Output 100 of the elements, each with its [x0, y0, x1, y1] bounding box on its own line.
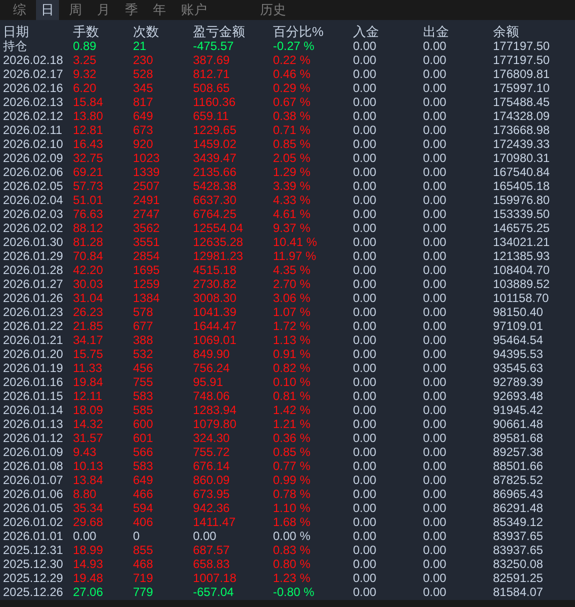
table-cell-text: 0.00 [353, 179, 378, 193]
column-header: 次数 [133, 25, 160, 39]
table-cell-text: 0.00 [423, 473, 448, 487]
table-cell-text: 2026.02.12 [3, 109, 64, 123]
table-cell-text: 98150.40 [493, 305, 544, 319]
table-cell-text: 755 [133, 375, 154, 389]
table-cell-text: 0.00 [353, 207, 378, 221]
table-cell-text: 532 [133, 347, 154, 361]
table-cell-text: 101158.70 [493, 291, 550, 305]
table-cell-text: 2026.02.10 [3, 137, 64, 151]
table-cell-text: 0.10 % [273, 375, 312, 389]
table-cell-text: 0.00 [353, 515, 378, 529]
table-cell-text: 42.20 [73, 263, 104, 277]
table-cell-text: 10.41 % [273, 235, 318, 249]
table-cell-text: 2025.12.26 [3, 585, 64, 599]
table-cell-text: 466 [133, 487, 154, 501]
table-cell-text: 0 [133, 529, 141, 543]
table-cell-text: 3008.30 [193, 291, 238, 305]
table-cell-text: 566 [133, 445, 154, 459]
table-cell-text: 2026.02.16 [3, 81, 64, 95]
table-cell-text: 0.00 [423, 375, 448, 389]
period-tab[interactable]: 账户 [176, 0, 212, 20]
table-cell-text: 0.00 [353, 571, 378, 585]
table-cell-text: 2026.01.07 [3, 473, 64, 487]
table-cell-text: 2.05 % [273, 151, 312, 165]
table-cell-text: 1384 [133, 291, 161, 305]
table-cell-text: 2026.02.06 [3, 165, 64, 179]
table-cell-text: 2026.01.02 [3, 515, 64, 529]
table-cell-text: 0.71 % [273, 123, 312, 137]
table-cell-text: 0.00 [353, 431, 378, 445]
table-cell-text: 89581.68 [493, 431, 544, 445]
table-cell-text: 10.13 [73, 459, 104, 473]
table-cell-text: 0.00 [423, 221, 448, 235]
table-cell-text: 0.00 [423, 291, 448, 305]
table-cell-text: 1.29 % [273, 165, 312, 179]
table-cell-text: 14.93 [73, 557, 104, 571]
table-cell-text: 0.00 [353, 291, 378, 305]
table-cell-text: 0.78 % [273, 487, 312, 501]
table-cell-text: 0.00 [73, 529, 98, 543]
table-cell-text: 0.00 [423, 571, 448, 585]
table-cell-text: 27.06 [73, 585, 104, 599]
period-tab[interactable]: 年 [148, 0, 171, 20]
table-cell-text: -0.80 % [273, 585, 316, 599]
table-cell-text: 0.00 [353, 137, 378, 151]
table-cell-text: 1069.01 [193, 333, 238, 347]
table-cell-text: 0.85 % [273, 137, 312, 151]
table-cell-text: 0.00 [353, 193, 378, 207]
table-cell-text: 2507 [133, 179, 161, 193]
table-cell-text: 1644.47 [193, 319, 238, 333]
period-tab[interactable]: 月 [92, 0, 115, 20]
table-cell-text: 0.00 [423, 137, 448, 151]
table-cell-text: 1259 [133, 277, 161, 291]
table-cell-text: 0.00 [423, 431, 448, 445]
table-cell-text: 0.00 [423, 347, 448, 361]
table-cell-text: 1.68 % [273, 515, 312, 529]
table-cell-text: 719 [133, 571, 154, 585]
column-header: 入金 [353, 25, 380, 39]
table-cell-text: 456 [133, 361, 154, 375]
table-cell-text: 0.00 [423, 319, 448, 333]
table-cell-text: 165405.18 [493, 179, 551, 193]
table-cell-text: 88501.66 [493, 459, 544, 473]
table-cell-text: 756.24 [193, 361, 231, 375]
table-cell-text: 0.00 [423, 263, 448, 277]
table-cell-text: 601 [133, 431, 154, 445]
table-cell-text: 0.00 [353, 305, 378, 319]
table-cell-text: 677 [133, 319, 154, 333]
table-cell-text: 2026.02.17 [3, 67, 64, 81]
table-cell-text: 174328.09 [493, 109, 551, 123]
table-cell-text: 1.21 % [273, 417, 312, 431]
table-cell-text: 2.70 % [273, 277, 312, 291]
table-cell-text: 1411.47 [193, 515, 236, 529]
period-tab[interactable]: 季 [120, 0, 143, 20]
table-cell-text: 1079.80 [193, 417, 238, 431]
table-cell-text: 12.81 [73, 123, 104, 137]
table-cell-text: 3551 [133, 235, 161, 249]
table-cell-text: 0.00 [423, 515, 448, 529]
table-cell-text: 1229.65 [193, 123, 238, 137]
table-cell-text: 2026.01.05 [3, 501, 64, 515]
table-cell-text: 9.32 [73, 67, 98, 81]
table-cell-text: 2026.01.29 [3, 249, 64, 263]
table-cell-text: 108404.70 [493, 263, 551, 277]
table-cell-text: 649 [133, 473, 154, 487]
table-cell-text: 170980.31 [493, 151, 551, 165]
period-tab[interactable]: 日 [36, 0, 59, 20]
table-cell-text: 0.00 [353, 403, 378, 417]
table-cell-text: 0.67 % [273, 95, 312, 109]
table-cell-text: 860.09 [193, 473, 231, 487]
period-tab[interactable]: 周 [64, 0, 87, 20]
table-cell-text: 0.00 [353, 277, 378, 291]
table-cell-text: 15.84 [73, 95, 104, 109]
table-cell-text: 146575.25 [493, 221, 551, 235]
period-tab[interactable]: 综 [8, 0, 31, 20]
period-tab[interactable]: 历史 [255, 0, 291, 20]
table-cell-text: 0.00 [353, 53, 378, 67]
table-cell-text: -0.27 % [273, 39, 316, 53]
table-cell-text: 2026.01.15 [3, 389, 64, 403]
table-cell-text: 2026.02.13 [3, 95, 64, 109]
table-cell-text: 2026.01.20 [3, 347, 64, 361]
table-cell-text: 15.75 [73, 347, 104, 361]
table-cell-text: 779 [133, 585, 154, 599]
